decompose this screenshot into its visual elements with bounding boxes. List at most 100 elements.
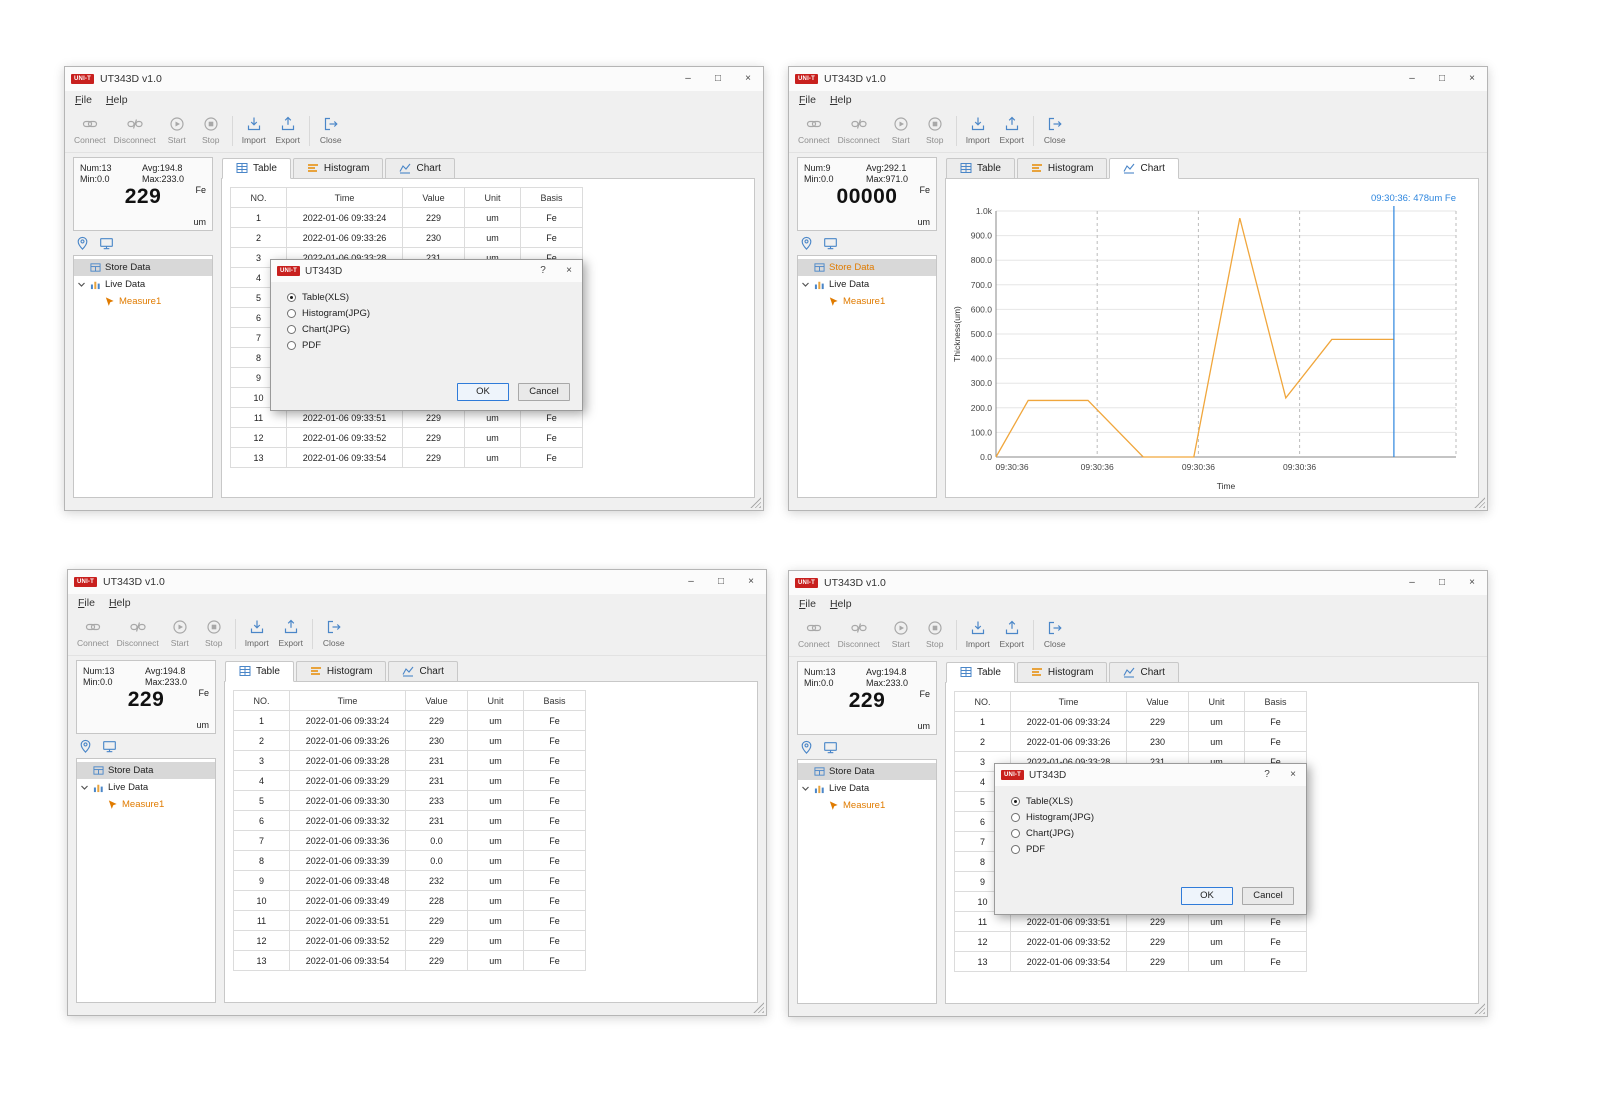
radio-circle[interactable] bbox=[1011, 797, 1020, 806]
table-row[interactable]: 122022-01-06 09:33:52229umFe bbox=[231, 428, 583, 448]
device-icon[interactable] bbox=[99, 236, 114, 251]
export-button[interactable]: Export bbox=[274, 619, 308, 648]
chevron-down-icon[interactable] bbox=[80, 783, 89, 792]
tree-item-live-data[interactable]: Live Data bbox=[74, 276, 212, 293]
radio-circle[interactable] bbox=[287, 293, 296, 302]
export-button[interactable]: Export bbox=[271, 116, 305, 145]
start-button[interactable]: Start bbox=[163, 619, 197, 648]
import-button[interactable]: Import bbox=[240, 619, 274, 648]
table-row[interactable]: 132022-01-06 09:33:54229umFe bbox=[234, 951, 586, 971]
radio-circle[interactable] bbox=[1011, 813, 1020, 822]
chevron-down-icon[interactable] bbox=[801, 280, 810, 289]
table-row[interactable]: 82022-01-06 09:33:390.0umFe bbox=[234, 851, 586, 871]
export-button[interactable]: Export bbox=[995, 116, 1029, 145]
table-row[interactable]: 62022-01-06 09:33:32231umFe bbox=[234, 811, 586, 831]
import-button[interactable]: Import bbox=[961, 620, 995, 649]
connect-button[interactable]: Connect bbox=[73, 619, 113, 648]
pin-icon[interactable] bbox=[799, 740, 814, 755]
maximize-button[interactable]: □ bbox=[703, 67, 733, 91]
tab-chart[interactable]: Chart bbox=[385, 158, 454, 179]
stop-button[interactable]: Stop bbox=[918, 116, 952, 145]
cancel-button[interactable]: Cancel bbox=[518, 383, 570, 401]
dialog-close-button[interactable]: × bbox=[1280, 764, 1306, 786]
table-row[interactable]: 92022-01-06 09:33:48232umFe bbox=[234, 871, 586, 891]
disconnect-button[interactable]: Disconnect bbox=[834, 620, 884, 649]
radio-chart-jpg[interactable]: Chart(JPG) bbox=[1011, 825, 1306, 841]
radio-circle[interactable] bbox=[1011, 845, 1020, 854]
close-window-button[interactable]: × bbox=[1457, 571, 1487, 595]
tree-item-store-data[interactable]: Store Data bbox=[77, 762, 215, 779]
radio-pdf[interactable]: PDF bbox=[287, 337, 582, 353]
table-row[interactable]: 22022-01-06 09:33:26230umFe bbox=[231, 228, 583, 248]
menu-file[interactable]: File bbox=[71, 596, 102, 610]
tab-histogram[interactable]: Histogram bbox=[1017, 158, 1108, 179]
thickness-line-chart[interactable]: 1.0k900.0800.0700.0600.0500.0400.0300.02… bbox=[950, 185, 1472, 493]
tab-histogram[interactable]: Histogram bbox=[293, 158, 384, 179]
menu-help[interactable]: Help bbox=[823, 93, 859, 107]
menu-file[interactable]: File bbox=[792, 93, 823, 107]
tab-histogram[interactable]: Histogram bbox=[1017, 662, 1108, 683]
disconnect-button[interactable]: Disconnect bbox=[110, 116, 160, 145]
disconnect-button[interactable]: Disconnect bbox=[113, 619, 163, 648]
start-button[interactable]: Start bbox=[160, 116, 194, 145]
tab-histogram[interactable]: Histogram bbox=[296, 661, 387, 682]
device-icon[interactable] bbox=[823, 740, 838, 755]
stop-button[interactable]: Stop bbox=[197, 619, 231, 648]
tab-chart[interactable]: Chart bbox=[388, 661, 457, 682]
tree-item-store-data[interactable]: Store Data bbox=[798, 763, 936, 780]
pin-icon[interactable] bbox=[78, 739, 93, 754]
device-icon[interactable] bbox=[823, 236, 838, 251]
tree-item-measure1[interactable]: Measure1 bbox=[77, 796, 215, 813]
radio-circle[interactable] bbox=[287, 341, 296, 350]
table-row[interactable]: 72022-01-06 09:33:360.0umFe bbox=[234, 831, 586, 851]
dialog-help-button[interactable]: ? bbox=[1254, 764, 1280, 786]
tab-table[interactable]: Table bbox=[225, 661, 294, 682]
dialog-help-button[interactable]: ? bbox=[530, 260, 556, 282]
tree-item-live-data[interactable]: Live Data bbox=[77, 779, 215, 796]
tree-item-measure1[interactable]: Measure1 bbox=[798, 293, 936, 310]
export-button[interactable]: Export bbox=[995, 620, 1029, 649]
import-button[interactable]: Import bbox=[961, 116, 995, 145]
stop-button[interactable]: Stop bbox=[918, 620, 952, 649]
import-button[interactable]: Import bbox=[237, 116, 271, 145]
radio-chart-jpg[interactable]: Chart(JPG) bbox=[287, 321, 582, 337]
radio-table-xls[interactable]: Table(XLS) bbox=[1011, 793, 1306, 809]
table-row[interactable]: 122022-01-06 09:33:52229umFe bbox=[234, 931, 586, 951]
connect-button[interactable]: Connect bbox=[794, 116, 834, 145]
maximize-button[interactable]: □ bbox=[706, 570, 736, 594]
close-window-button[interactable]: × bbox=[733, 67, 763, 91]
disconnect-button[interactable]: Disconnect bbox=[834, 116, 884, 145]
dialog-close-button[interactable]: × bbox=[556, 260, 582, 282]
chevron-down-icon[interactable] bbox=[801, 784, 810, 793]
tree-item-store-data[interactable]: Store Data bbox=[798, 259, 936, 276]
radio-circle[interactable] bbox=[287, 325, 296, 334]
table-row[interactable]: 42022-01-06 09:33:29231umFe bbox=[234, 771, 586, 791]
table-row[interactable]: 132022-01-06 09:33:54229umFe bbox=[231, 448, 583, 468]
minimize-button[interactable]: – bbox=[676, 570, 706, 594]
start-button[interactable]: Start bbox=[884, 620, 918, 649]
table-row[interactable]: 12022-01-06 09:33:24229umFe bbox=[955, 712, 1307, 732]
tab-table[interactable]: Table bbox=[946, 158, 1015, 179]
minimize-button[interactable]: – bbox=[1397, 67, 1427, 91]
table-row[interactable]: 112022-01-06 09:33:51229umFe bbox=[234, 911, 586, 931]
pin-icon[interactable] bbox=[799, 236, 814, 251]
radio-histogram-jpg[interactable]: Histogram(JPG) bbox=[287, 305, 582, 321]
ok-button[interactable]: OK bbox=[457, 383, 509, 401]
table-row[interactable]: 22022-01-06 09:33:26230umFe bbox=[955, 732, 1307, 752]
tree-item-live-data[interactable]: Live Data bbox=[798, 276, 936, 293]
chevron-down-icon[interactable] bbox=[77, 280, 86, 289]
minimize-button[interactable]: – bbox=[1397, 571, 1427, 595]
radio-histogram-jpg[interactable]: Histogram(JPG) bbox=[1011, 809, 1306, 825]
menu-help[interactable]: Help bbox=[102, 596, 138, 610]
titlebar[interactable]: UNI-T UT343D v1.0 – □ × bbox=[68, 570, 766, 594]
close-button[interactable]: Close bbox=[314, 116, 348, 145]
start-button[interactable]: Start bbox=[884, 116, 918, 145]
table-row[interactable]: 102022-01-06 09:33:49228umFe bbox=[234, 891, 586, 911]
radio-table-xls[interactable]: Table(XLS) bbox=[287, 289, 582, 305]
table-row[interactable]: 32022-01-06 09:33:28231umFe bbox=[234, 751, 586, 771]
connect-button[interactable]: Connect bbox=[794, 620, 834, 649]
maximize-button[interactable]: □ bbox=[1427, 571, 1457, 595]
table-row[interactable]: 122022-01-06 09:33:52229umFe bbox=[955, 932, 1307, 952]
table-row[interactable]: 12022-01-06 09:33:24229umFe bbox=[231, 208, 583, 228]
device-icon[interactable] bbox=[102, 739, 117, 754]
